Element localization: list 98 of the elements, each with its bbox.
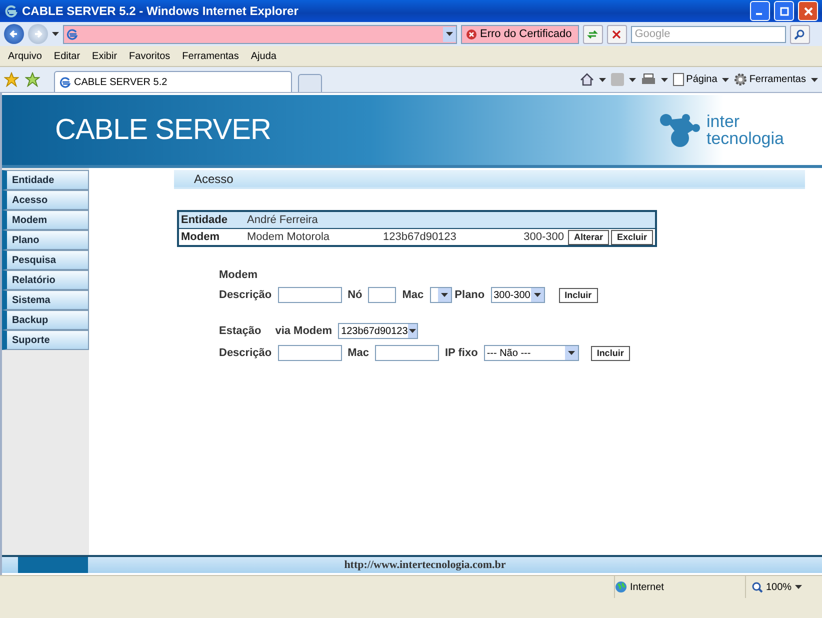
maximize-icon (780, 6, 788, 16)
logo-text: tecnologia (706, 130, 784, 147)
sidebar-item[interactable]: Pesquisa (2, 250, 89, 270)
sidebar-item[interactable]: Modem (2, 210, 89, 230)
window-title: CABLE SERVER 5.2 - Windows Internet Explorer (22, 4, 300, 18)
caret-icon (408, 329, 416, 333)
field-label: Plano (454, 289, 485, 301)
menu-item[interactable]: Exibir (92, 50, 118, 62)
entity-name: André Ferreira (247, 214, 318, 226)
caret-icon (629, 78, 636, 82)
field-label: Modem (180, 231, 220, 243)
browser-icon (66, 28, 78, 40)
refresh-icon (587, 28, 598, 40)
browser-icon (4, 4, 18, 18)
caret-icon (661, 78, 668, 82)
field-label: Mac (402, 289, 424, 301)
mac-field[interactable] (375, 345, 439, 361)
plan-dropdown[interactable]: 300-300 (490, 287, 545, 303)
logo-icon (658, 112, 702, 148)
globe-icon (615, 581, 627, 593)
field-label: IP fixo (445, 347, 478, 359)
zoom-icon (752, 582, 763, 592)
caret-icon (722, 78, 730, 82)
browser-icon (59, 76, 71, 88)
star-icon[interactable] (4, 72, 19, 87)
page-menu[interactable]: Página (673, 73, 718, 86)
action-button[interactable]: Alterar (568, 230, 609, 244)
menu-item[interactable]: Editar (54, 50, 80, 62)
search-field[interactable]: Google (630, 26, 786, 42)
refresh-button[interactable] (582, 24, 603, 44)
sidebar-item[interactable]: Acesso (2, 190, 89, 210)
section-title: Acesso (174, 170, 805, 189)
caret-icon (534, 293, 541, 297)
certificate-error-button[interactable]: Erro do Certificado (461, 24, 579, 44)
security-zone: Internet (630, 582, 664, 592)
field-label: Mac (348, 347, 369, 359)
sidebar-item[interactable]: Relatório (2, 270, 89, 290)
caret-icon (440, 293, 448, 297)
maximize-button[interactable] (774, 1, 794, 21)
gear-icon (734, 73, 748, 86)
form-heading: Modem (219, 269, 258, 281)
error-icon (466, 28, 477, 40)
home-icon[interactable] (580, 73, 594, 86)
sidebar-item[interactable]: Backup (2, 310, 89, 330)
stop-icon (612, 30, 622, 38)
include-button[interactable]: Incluir (590, 346, 630, 360)
logo-text: inter (706, 113, 741, 130)
description-field[interactable] (278, 287, 342, 303)
menu-item[interactable]: Favoritos (129, 50, 170, 62)
forward-arrow-icon (33, 29, 43, 39)
sidebar-item[interactable]: Entidade (2, 170, 89, 190)
include-button[interactable]: Incluir (558, 288, 598, 302)
address-field[interactable] (63, 24, 457, 44)
sidebar-item[interactable]: Plano (2, 230, 89, 250)
sidebar-item[interactable]: Suporte (2, 330, 89, 350)
menu-item[interactable]: Ajuda (250, 50, 276, 62)
menu-item[interactable]: Ferramentas (182, 50, 239, 62)
caret-icon (568, 351, 575, 355)
minimize-button[interactable] (750, 1, 770, 21)
field-label: Descrição (219, 347, 272, 359)
close-button[interactable] (798, 1, 818, 21)
caret-icon (794, 585, 802, 589)
new-tab-button[interactable] (298, 74, 322, 92)
field-label: Entidade (180, 214, 228, 226)
mac-address: 123b67d90123 (383, 231, 458, 243)
field-label: via Modem (275, 325, 332, 337)
caret-icon (599, 78, 606, 82)
mac-dropdown[interactable] (430, 287, 452, 303)
action-button[interactable]: Excluir (610, 230, 653, 244)
field-label: Nó (348, 289, 362, 301)
add-favorite-icon[interactable] (25, 72, 40, 87)
field-label: Descrição (219, 289, 272, 301)
caret-icon (446, 32, 453, 36)
printer-icon[interactable] (641, 73, 656, 86)
caret-icon (811, 78, 818, 82)
close-icon (804, 6, 812, 16)
fixed-ip-dropdown[interactable]: --- Não --- (484, 345, 579, 361)
page-icon (673, 73, 684, 86)
footer-link[interactable]: http://www.intertecnologia.com.br (88, 559, 822, 571)
back-button[interactable] (4, 24, 24, 44)
browser-tab[interactable]: CABLE SERVER 5.2 (54, 71, 292, 92)
search-icon (794, 28, 806, 40)
caret-icon (52, 32, 59, 36)
footer-block (18, 557, 88, 573)
node-field[interactable] (368, 287, 396, 303)
modem-name: Modem Motorola (247, 231, 331, 243)
zoom-control[interactable]: 100% (745, 576, 822, 598)
description-field[interactable] (278, 345, 342, 361)
tools-menu[interactable]: Ferramentas (734, 73, 806, 86)
modem-dropdown[interactable]: 123b67d90123 (338, 323, 418, 339)
back-arrow-icon (9, 29, 19, 39)
stop-button[interactable] (606, 24, 627, 44)
app-title: CABLE SERVER (55, 114, 272, 146)
menu-item[interactable]: Arquivo (8, 50, 42, 62)
plan-value: 300-300 (522, 231, 565, 243)
form-heading: Estação (219, 325, 262, 337)
sidebar-item[interactable]: Sistema (2, 290, 89, 310)
search-button[interactable] (790, 24, 810, 44)
